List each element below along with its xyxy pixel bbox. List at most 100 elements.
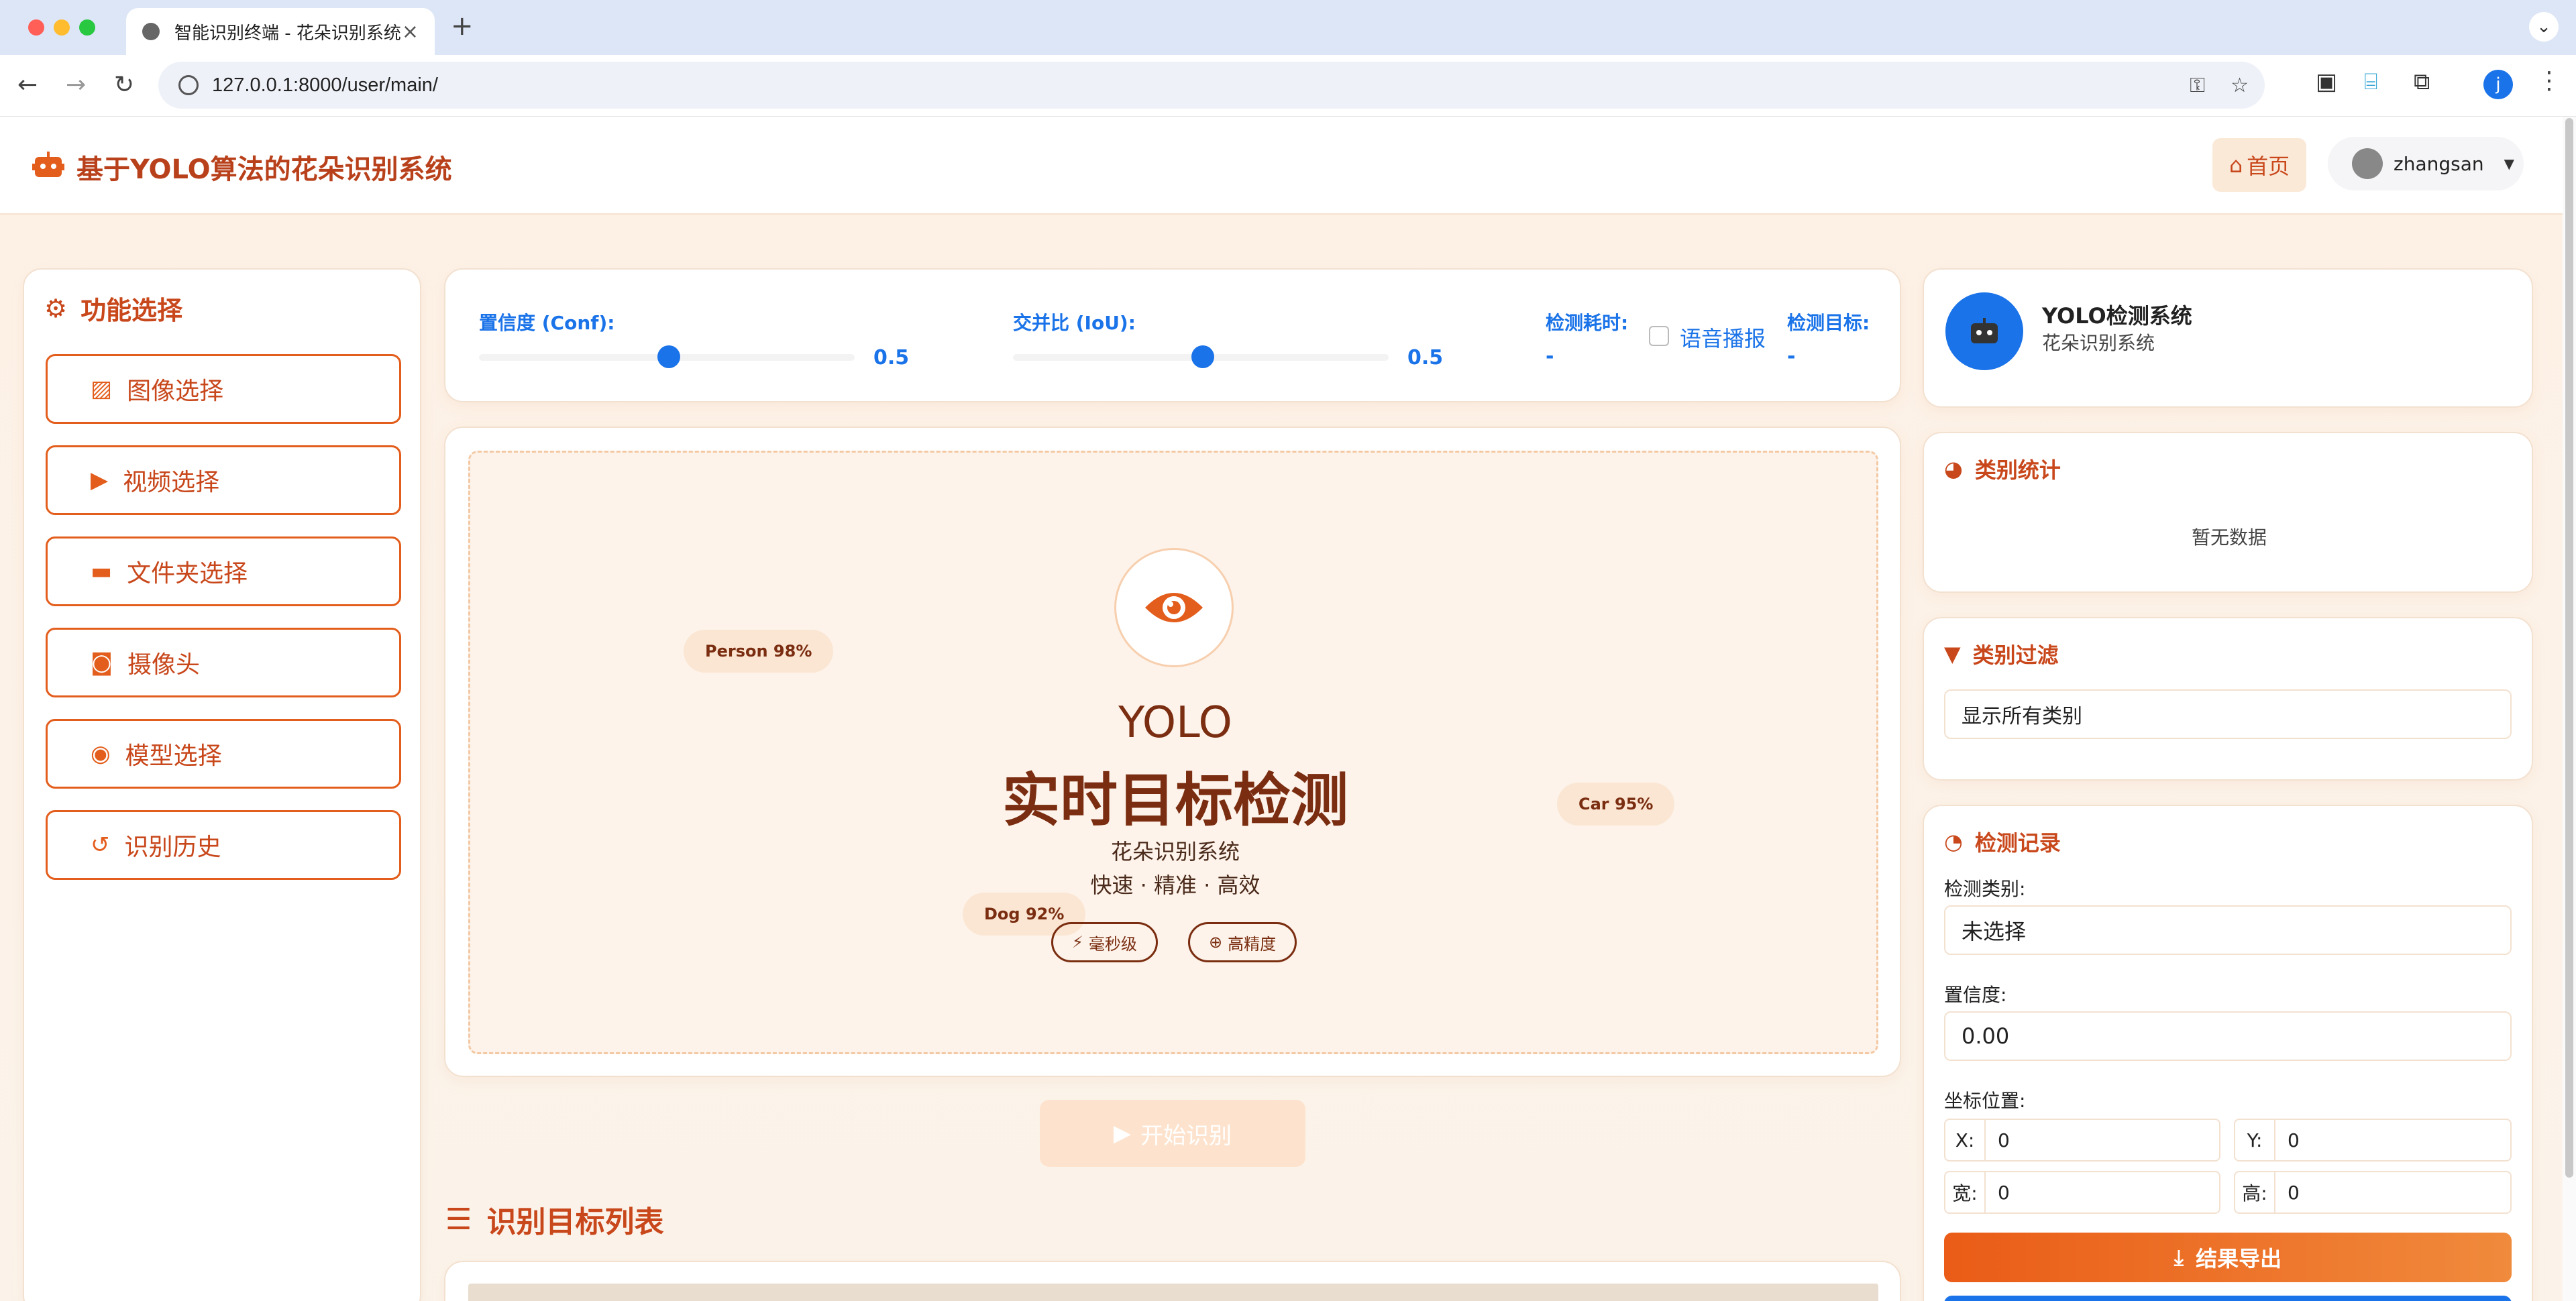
record-title: ◔ 检测记录 bbox=[1944, 826, 2061, 857]
y-field[interactable]: Y: 0 bbox=[2234, 1119, 2512, 1162]
forward-arrow-icon[interactable]: → bbox=[66, 71, 86, 99]
address-bar[interactable]: 127.0.0.1:8000/user/main/ ⚿ ☆ bbox=[158, 62, 2265, 109]
filter-icon: ▼ bbox=[1944, 641, 1961, 667]
video-select-button[interactable]: ▶ 视频选择 bbox=[46, 445, 401, 515]
home-icon: ⌂ bbox=[2229, 152, 2243, 178]
parameter-bar: 置信度 (Conf): 0.5 交并比 (IoU): 0.5 检测耗时: - 语… bbox=[444, 268, 1901, 402]
class-filter-title: ▼ 类别过滤 bbox=[1944, 638, 2059, 669]
conf-slider-thumb[interactable] bbox=[657, 345, 680, 368]
export-results-button[interactable]: ⤓ 结果导出 bbox=[1944, 1233, 2512, 1282]
video-select-label: 视频选择 bbox=[123, 469, 220, 496]
iou-slider-thumb[interactable] bbox=[1191, 345, 1214, 368]
model-select-button[interactable]: ◉ 模型选择 bbox=[46, 719, 401, 789]
model-select-label: 模型选择 bbox=[125, 742, 222, 770]
hero-subtitle: 花朵识别系统 bbox=[1110, 839, 1240, 864]
time-label: 检测耗时: bbox=[1546, 312, 1629, 334]
avatar bbox=[2352, 148, 2383, 179]
width-value: 0 bbox=[1998, 1181, 2010, 1204]
globe-icon bbox=[142, 23, 160, 40]
user-menu-button[interactable]: zhangsan ▼ bbox=[2328, 137, 2524, 190]
target-list-title-text: 识别目标列表 bbox=[486, 1205, 664, 1239]
export-results-label: 结果导出 bbox=[2196, 1246, 2282, 1271]
hero-title: 实时目标检测 bbox=[1002, 767, 1348, 834]
record-class-field[interactable]: 未选择 bbox=[1944, 905, 2512, 955]
iou-label: 交并比 (IoU): bbox=[1013, 312, 1136, 334]
camera-icon: ◙ bbox=[91, 649, 113, 676]
target-value: - bbox=[1787, 345, 1796, 368]
image-select-label: 图像选择 bbox=[127, 378, 224, 405]
new-tab-button[interactable]: + bbox=[451, 11, 474, 42]
height-field[interactable]: 高: 0 bbox=[2234, 1171, 2512, 1214]
table-header bbox=[468, 1284, 1878, 1301]
home-button[interactable]: ⌂ 首页 bbox=[2212, 138, 2306, 192]
record-title-text: 检测记录 bbox=[1974, 830, 2061, 856]
history-button[interactable]: ↺ 识别历史 bbox=[46, 810, 401, 880]
class-filter-select[interactable]: 显示所有类别 bbox=[1944, 689, 2512, 739]
extensions-puzzle-icon[interactable]: ⧉ bbox=[2414, 68, 2430, 95]
x-label: X: bbox=[1945, 1120, 1986, 1160]
app-header: 基于YOLO算法的花朵识别系统 ⌂ 首页 zhangsan ▼ bbox=[0, 117, 2563, 215]
password-key-icon[interactable]: ⚿ bbox=[2190, 74, 2205, 97]
window-minimize-button[interactable] bbox=[54, 19, 70, 36]
y-value: 0 bbox=[2288, 1129, 2300, 1151]
x-value: 0 bbox=[1998, 1129, 2010, 1151]
browser-tab-bar: 智能识别终端 - 花朵识别系统 × + ⌄ bbox=[0, 0, 2576, 55]
feature-precision-label: 高精度 bbox=[1228, 934, 1277, 954]
bookmark-star-icon[interactable]: ☆ bbox=[2231, 74, 2249, 97]
image-select-button[interactable]: ▨ 图像选择 bbox=[46, 354, 401, 424]
start-detection-button[interactable]: ▶ 开始识别 bbox=[1040, 1100, 1305, 1167]
tab-title: 智能识别终端 - 花朵识别系统 bbox=[174, 23, 401, 44]
feature-chip-precision: ⊕ 高精度 bbox=[1188, 922, 1297, 962]
bolt-icon: ⚡ bbox=[1072, 933, 1083, 952]
tab-search-chevron-icon[interactable]: ⌄ bbox=[2529, 12, 2559, 42]
system-name: YOLO检测系统 bbox=[2042, 303, 2192, 329]
profile-avatar[interactable]: j bbox=[2483, 70, 2513, 99]
extension-icon[interactable]: ▣ bbox=[2316, 68, 2337, 95]
feature-speed-label: 毫秒级 bbox=[1088, 934, 1137, 954]
browser-toolbar: ← → ↻ 127.0.0.1:8000/user/main/ ⚿ ☆ ▣ ⌸ … bbox=[0, 55, 2576, 117]
sidebar-title-text: 功能选择 bbox=[80, 296, 183, 325]
history-icon: ↺ bbox=[91, 832, 110, 858]
height-label: 高: bbox=[2235, 1172, 2275, 1212]
conf-value: 0.5 bbox=[873, 346, 910, 370]
scrollbar-thumb[interactable] bbox=[2565, 118, 2573, 1178]
hero-tagline: 快速 · 精准 · 高效 bbox=[1090, 872, 1260, 898]
video-icon: ▶ bbox=[91, 467, 109, 494]
browser-menu-icon[interactable]: ⋮ bbox=[2537, 67, 2561, 95]
secondary-action-button[interactable] bbox=[1944, 1296, 2512, 1301]
play-circle-icon: ▶ bbox=[1113, 1120, 1132, 1147]
y-label: Y: bbox=[2235, 1120, 2275, 1160]
width-label: 宽: bbox=[1945, 1172, 1986, 1212]
home-label: 首页 bbox=[2247, 154, 2290, 179]
target-list-title: ☰ 识别目标列表 bbox=[445, 1198, 663, 1241]
back-arrow-icon[interactable]: ← bbox=[17, 71, 38, 99]
window-maximize-button[interactable] bbox=[79, 19, 95, 36]
browser-tab[interactable]: 智能识别终端 - 花朵识别系统 × bbox=[126, 8, 435, 55]
robot-avatar-icon bbox=[1945, 292, 2023, 370]
gauge-icon: ◔ bbox=[1944, 829, 1963, 854]
list-icon: ☰ bbox=[445, 1202, 472, 1237]
reload-icon[interactable]: ↻ bbox=[114, 71, 134, 99]
caret-down-icon: ▼ bbox=[2504, 156, 2515, 172]
page-scrollbar[interactable] bbox=[2563, 117, 2576, 1301]
extension-tv-icon[interactable]: ⌸ bbox=[2364, 68, 2377, 95]
download-icon: ⤓ bbox=[2174, 1244, 2184, 1270]
camera-label: 摄像头 bbox=[127, 651, 201, 679]
target-list-table bbox=[444, 1261, 1901, 1301]
camera-button[interactable]: ◙ 摄像头 bbox=[46, 628, 401, 697]
conf-label: 置信度 (Conf): bbox=[479, 312, 615, 334]
x-field[interactable]: X: 0 bbox=[1944, 1119, 2220, 1162]
tab-close-icon[interactable]: × bbox=[402, 20, 419, 44]
gear-icon: ⚙ bbox=[44, 293, 68, 323]
folder-select-button[interactable]: ▬ 文件夹选择 bbox=[46, 536, 401, 606]
window-close-button[interactable] bbox=[28, 19, 44, 36]
hero-yolo: YOLO bbox=[1118, 698, 1232, 748]
voice-checkbox[interactable] bbox=[1649, 326, 1669, 346]
class-filter-title-text: 类别过滤 bbox=[1972, 642, 2059, 668]
record-pos-label: 坐标位置: bbox=[1944, 1090, 2026, 1112]
start-detection-label: 开始识别 bbox=[1140, 1122, 1232, 1149]
site-info-icon[interactable] bbox=[178, 75, 199, 95]
width-field[interactable]: 宽: 0 bbox=[1944, 1171, 2220, 1214]
record-conf-field[interactable]: 0.00 bbox=[1944, 1011, 2512, 1061]
drop-zone[interactable]: Person 98% Car 95% Dog 92% YOLO 实时目标检测 花… bbox=[468, 451, 1878, 1054]
